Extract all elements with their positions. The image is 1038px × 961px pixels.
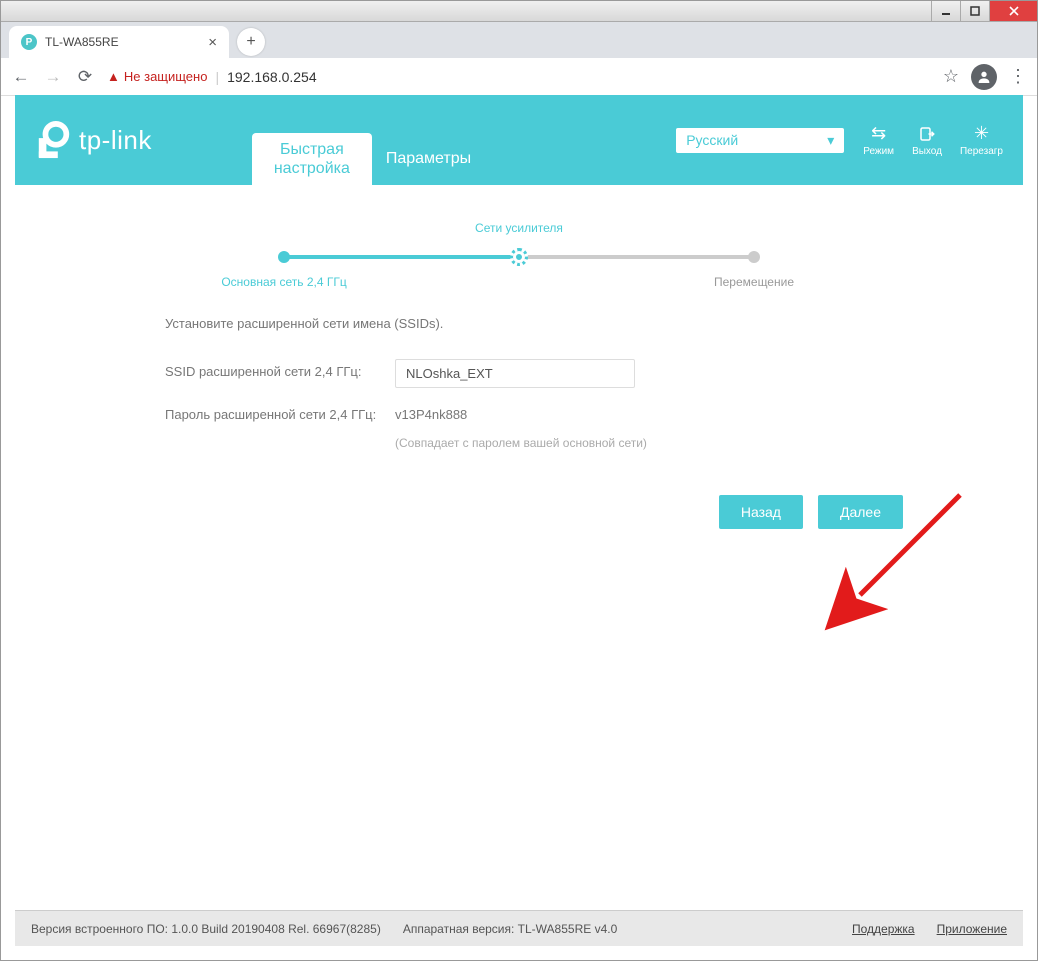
- ssid-row: SSID расширенной сети 2,4 ГГц:: [165, 359, 883, 388]
- ssid-input[interactable]: [395, 359, 635, 388]
- tab-close-icon[interactable]: ×: [208, 34, 217, 51]
- logo: tp-link: [35, 121, 152, 159]
- security-label: Не защищено: [124, 69, 208, 84]
- app-header: tp-link Быстрая настройка Параметры Русс…: [15, 95, 1023, 185]
- language-select[interactable]: Русский ▾: [675, 127, 845, 154]
- header-actions: Русский ▾ ⇆ Режим Выход ✳ Перезагр: [675, 124, 1003, 157]
- back-button[interactable]: Назад: [719, 495, 803, 529]
- swap-icon: ⇆: [871, 124, 886, 144]
- app-link[interactable]: Приложение: [937, 922, 1007, 936]
- step-3-label: Перемещение: [714, 275, 794, 289]
- chevron-down-icon: ▾: [827, 132, 834, 149]
- warning-triangle-icon: ▲: [107, 69, 120, 84]
- page-content: tp-link Быстрая настройка Параметры Русс…: [15, 95, 1023, 946]
- address-bar[interactable]: ▲ Не защищено | 192.168.0.254: [107, 69, 931, 85]
- logo-text: tp-link: [79, 125, 152, 156]
- window-minimize-button[interactable]: [931, 1, 960, 21]
- logout-button[interactable]: Выход: [912, 124, 942, 157]
- reboot-label: Перезагр: [960, 146, 1003, 157]
- new-tab-button[interactable]: +: [237, 28, 265, 56]
- security-warning[interactable]: ▲ Не защищено: [107, 69, 207, 84]
- nav-reload-icon[interactable]: ⟳: [75, 67, 95, 87]
- step-3: Перемещение: [749, 225, 759, 266]
- addr-separator: |: [215, 69, 219, 85]
- password-label: Пароль расширенной сети 2,4 ГГц:: [165, 402, 395, 422]
- bookmark-star-icon[interactable]: ☆: [943, 66, 959, 87]
- favicon-icon: P: [21, 34, 37, 50]
- password-row: Пароль расширенной сети 2,4 ГГц: v13P4nk…: [165, 402, 883, 422]
- logout-label: Выход: [912, 146, 942, 157]
- main-tabs: Быстрая настройка Параметры: [252, 95, 485, 185]
- browser-toolbar: ← → ⟳ ▲ Не защищено | 192.168.0.254 ☆ ⋮: [1, 58, 1037, 96]
- profile-avatar-icon[interactable]: [971, 64, 997, 90]
- step-2-label: Сети усилителя: [475, 221, 563, 235]
- wizard-body: Основная сеть 2,4 ГГц Сети усилителя Пер…: [15, 185, 1023, 549]
- window-close-button[interactable]: [989, 1, 1037, 21]
- password-hint: (Совпадает с паролем вашей основной сети…: [395, 436, 883, 450]
- firmware-version: Версия встроенного ПО: 1.0.0 Build 20190…: [31, 922, 381, 936]
- tab-quick-label: Быстрая настройка: [266, 140, 358, 178]
- nav-forward-icon[interactable]: →: [43, 67, 63, 87]
- url-text: 192.168.0.254: [227, 69, 317, 85]
- reboot-button[interactable]: ✳ Перезагр: [960, 124, 1003, 157]
- mode-button[interactable]: ⇆ Режим: [863, 124, 894, 157]
- mode-label: Режим: [863, 146, 894, 157]
- loading-icon: ✳: [974, 124, 989, 144]
- next-button[interactable]: Далее: [818, 495, 903, 529]
- tab-title: TL-WA855RE: [45, 35, 119, 49]
- wizard-buttons: Назад Далее: [165, 495, 913, 529]
- browser-tab-active[interactable]: P TL-WA855RE ×: [9, 26, 229, 58]
- logo-icon: [35, 121, 73, 159]
- wizard-steps: Основная сеть 2,4 ГГц Сети усилителя Пер…: [279, 225, 759, 266]
- step-1: Основная сеть 2,4 ГГц: [279, 225, 289, 266]
- app-footer: Версия встроенного ПО: 1.0.0 Build 20190…: [15, 910, 1023, 946]
- step-2-current: Сети усилителя: [514, 225, 524, 266]
- window-maximize-button[interactable]: [960, 1, 989, 21]
- password-value: v13P4nk888: [395, 402, 467, 422]
- hardware-version: Аппаратная версия: TL-WA855RE v4.0: [403, 922, 617, 936]
- wizard-form: Установите расширенной сети имена (SSIDs…: [165, 316, 883, 529]
- tab-params-label: Параметры: [386, 149, 471, 168]
- browser-menu-icon[interactable]: ⋮: [1009, 66, 1027, 87]
- ssid-label: SSID расширенной сети 2,4 ГГц:: [165, 359, 395, 379]
- logout-icon: [918, 124, 936, 144]
- language-value: Русский: [686, 132, 738, 148]
- tab-quick-setup[interactable]: Быстрая настройка: [252, 133, 372, 185]
- tab-parameters[interactable]: Параметры: [372, 133, 485, 185]
- instruction-text: Установите расширенной сети имена (SSIDs…: [165, 316, 883, 331]
- window-titlebar: [1, 1, 1037, 22]
- browser-tab-strip: P TL-WA855RE × +: [1, 22, 1037, 58]
- step-1-label: Основная сеть 2,4 ГГц: [221, 275, 346, 289]
- support-link[interactable]: Поддержка: [852, 922, 915, 936]
- nav-back-icon[interactable]: ←: [11, 67, 31, 87]
